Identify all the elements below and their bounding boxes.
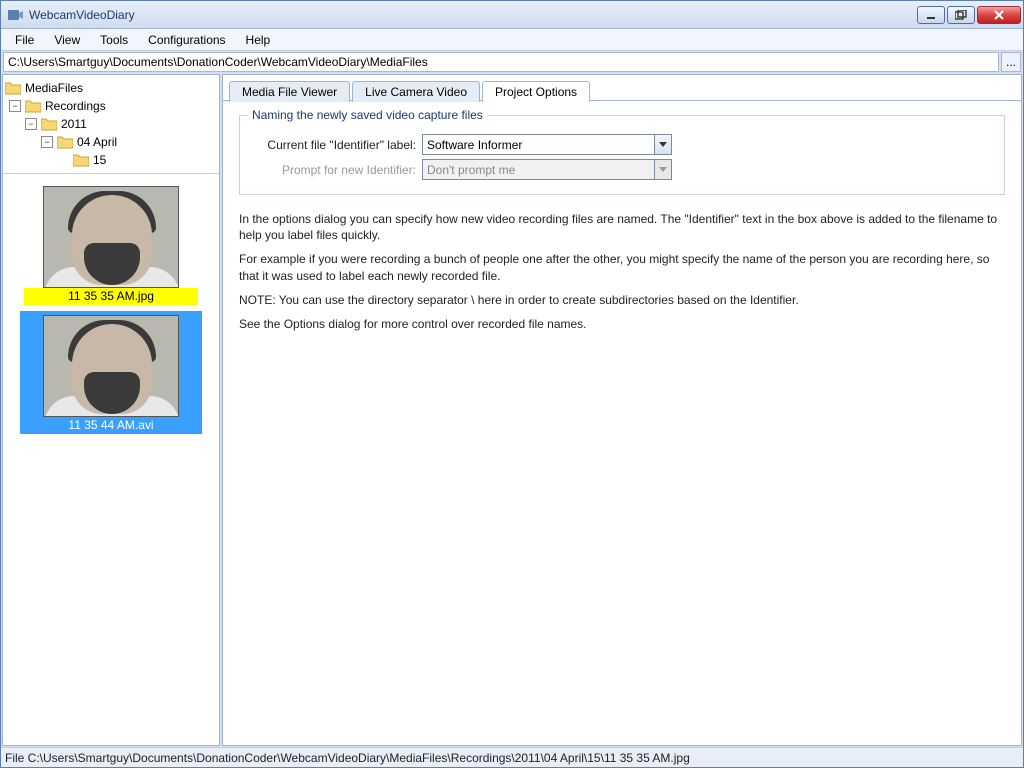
tree-label: MediaFiles bbox=[25, 81, 83, 95]
info-text: In the options dialog you can specify ho… bbox=[239, 211, 1005, 332]
groupbox-title: Naming the newly saved video capture fil… bbox=[248, 108, 487, 122]
info-paragraph: See the Options dialog for more control … bbox=[239, 316, 1005, 332]
tree-label: Recordings bbox=[45, 99, 106, 113]
row-prompt: Prompt for new Identifier: bbox=[252, 159, 992, 180]
tree-node-2011[interactable]: − 2011 bbox=[5, 115, 217, 133]
collapse-icon[interactable]: − bbox=[41, 136, 53, 148]
menu-file[interactable]: File bbox=[5, 31, 44, 49]
thumbnail-item[interactable]: 11 35 35 AM.jpg bbox=[20, 182, 202, 305]
label-identifier: Current file "Identifier" label: bbox=[252, 138, 422, 152]
folder-icon bbox=[57, 135, 73, 149]
app-icon bbox=[7, 7, 23, 23]
path-browse-button[interactable]: ... bbox=[1001, 52, 1021, 72]
titlebar: WebcamVideoDiary bbox=[1, 1, 1023, 29]
tab-content-project-options: Naming the newly saved video capture fil… bbox=[223, 101, 1021, 745]
row-identifier: Current file "Identifier" label: bbox=[252, 134, 992, 155]
thumbnail-caption: 11 35 44 AM.avi bbox=[24, 417, 198, 434]
menu-help[interactable]: Help bbox=[236, 31, 281, 49]
tree-node-04-april[interactable]: − 04 April bbox=[5, 133, 217, 151]
thumbnail-list: 11 35 35 AM.jpg 11 35 44 AM.avi bbox=[3, 174, 219, 745]
path-bar: ... bbox=[1, 51, 1023, 73]
folder-icon bbox=[41, 117, 57, 131]
prompt-input bbox=[422, 159, 654, 180]
combo-prompt bbox=[422, 159, 672, 180]
thumbnail-image bbox=[43, 186, 179, 288]
tab-media-file-viewer[interactable]: Media File Viewer bbox=[229, 81, 350, 102]
menubar: File View Tools Configurations Help bbox=[1, 29, 1023, 51]
chevron-down-icon bbox=[659, 167, 667, 173]
info-paragraph: NOTE: You can use the directory separato… bbox=[239, 292, 1005, 308]
thumbnail-image bbox=[43, 315, 179, 417]
tree-node-root[interactable]: MediaFiles bbox=[5, 79, 217, 97]
tree-label: 04 April bbox=[77, 135, 117, 149]
tab-live-camera-video[interactable]: Live Camera Video bbox=[352, 81, 480, 102]
folder-icon bbox=[73, 153, 89, 167]
tree-label: 2011 bbox=[61, 117, 87, 131]
groupbox-naming: Naming the newly saved video capture fil… bbox=[239, 115, 1005, 195]
info-paragraph: For example if you were recording a bunc… bbox=[239, 251, 1005, 283]
menu-tools[interactable]: Tools bbox=[90, 31, 138, 49]
maximize-button[interactable] bbox=[947, 6, 975, 24]
path-input[interactable] bbox=[3, 52, 999, 72]
menu-view[interactable]: View bbox=[44, 31, 90, 49]
folder-tree: MediaFiles − Recordings − 2011 − 04 Apri… bbox=[3, 75, 219, 174]
tab-bar: Media File Viewer Live Camera Video Proj… bbox=[223, 75, 1021, 101]
thumbnail-item[interactable]: 11 35 44 AM.avi bbox=[20, 311, 202, 434]
body-area: MediaFiles − Recordings − 2011 − 04 Apri… bbox=[1, 73, 1023, 747]
folder-icon bbox=[5, 81, 21, 95]
combo-identifier bbox=[422, 134, 672, 155]
thumbnail-caption: 11 35 35 AM.jpg bbox=[24, 288, 198, 305]
menu-configurations[interactable]: Configurations bbox=[138, 31, 235, 49]
ellipsis-icon: ... bbox=[1006, 55, 1016, 69]
identifier-input[interactable] bbox=[422, 134, 654, 155]
close-button[interactable] bbox=[977, 6, 1021, 24]
app-window: WebcamVideoDiary File View Tools Configu… bbox=[0, 0, 1024, 768]
tree-label: 15 bbox=[93, 153, 106, 167]
folder-icon bbox=[25, 99, 41, 113]
collapse-icon[interactable]: − bbox=[25, 118, 37, 130]
identifier-dropdown-button[interactable] bbox=[654, 134, 672, 155]
tab-project-options[interactable]: Project Options bbox=[482, 81, 590, 102]
status-bar: File C:\Users\Smartguy\Documents\Donatio… bbox=[1, 747, 1023, 767]
left-pane: MediaFiles − Recordings − 2011 − 04 Apri… bbox=[2, 74, 220, 746]
prompt-dropdown-button bbox=[654, 159, 672, 180]
status-text: File C:\Users\Smartguy\Documents\Donatio… bbox=[5, 751, 690, 765]
tree-node-15[interactable]: 15 bbox=[5, 151, 217, 169]
window-buttons bbox=[917, 6, 1021, 24]
right-pane: Media File Viewer Live Camera Video Proj… bbox=[222, 74, 1022, 746]
minimize-button[interactable] bbox=[917, 6, 945, 24]
info-paragraph: In the options dialog you can specify ho… bbox=[239, 211, 1005, 243]
tree-node-recordings[interactable]: − Recordings bbox=[5, 97, 217, 115]
collapse-icon[interactable]: − bbox=[9, 100, 21, 112]
chevron-down-icon bbox=[659, 142, 667, 148]
label-prompt: Prompt for new Identifier: bbox=[252, 163, 422, 177]
window-title: WebcamVideoDiary bbox=[29, 8, 917, 22]
